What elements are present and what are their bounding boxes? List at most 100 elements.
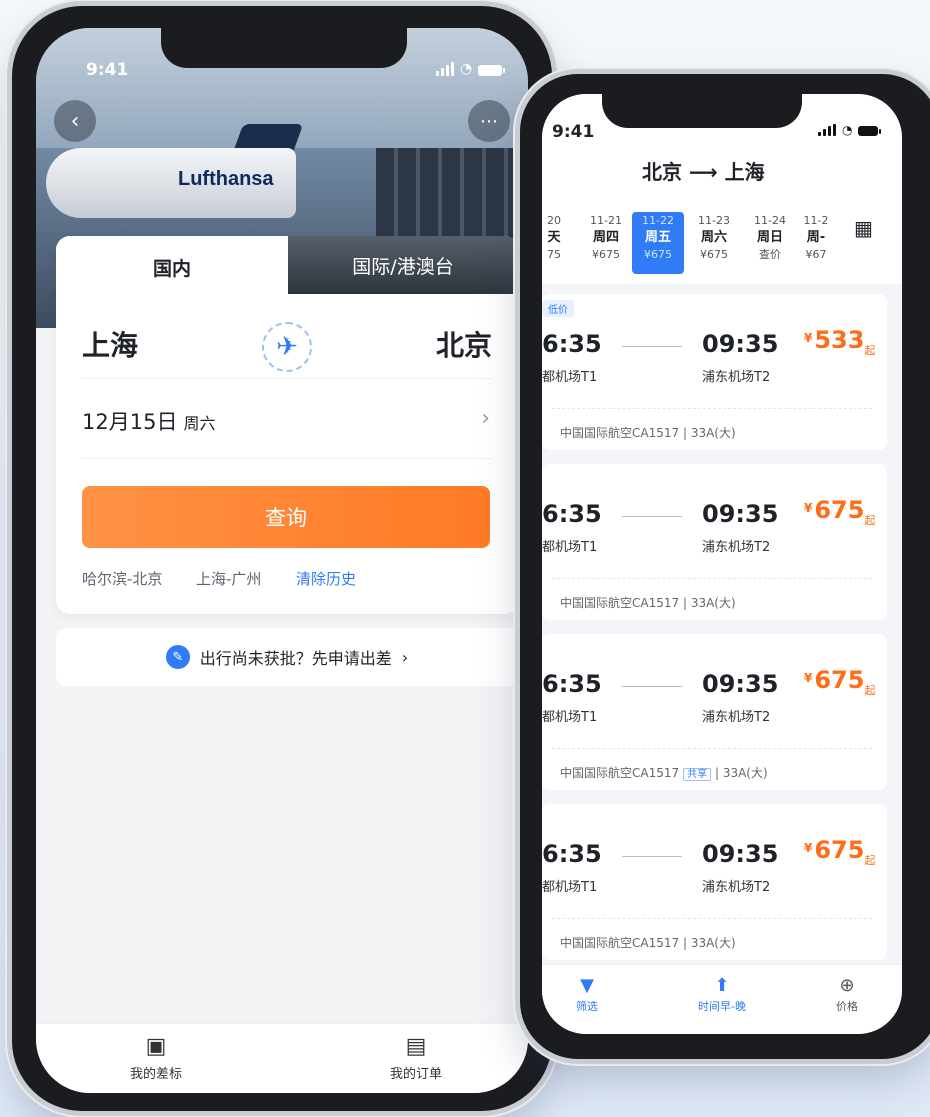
airline-info: 中国国际航空CA1517 | 33A(大) (560, 936, 736, 950)
flight-search-screen: Lufthansa 9:41 ◔ ‹ ⋯ 国际/港澳台 国内 上海 ✈ 北京 1… (36, 28, 528, 1093)
clear-history-link[interactable]: 清除历史 (296, 568, 356, 589)
date-label: 20 (547, 214, 561, 227)
arrival-time: 09:35 (702, 330, 779, 358)
arrival-time: 09:35 (702, 670, 779, 698)
price-suffix: 起 (864, 343, 876, 357)
status-icons: ◔ (436, 61, 506, 77)
battery-icon (478, 65, 506, 76)
price-label: ¥675 (700, 248, 728, 261)
status-time: 9:41 (552, 122, 595, 142)
flight-card[interactable]: 低价 6:35 09:35 都机场T1 浦东机场T2 ¥533起 中国国际航空C… (542, 294, 887, 450)
airline: 中国国际航空CA1517 (560, 426, 680, 440)
to-city[interactable]: 北京 (436, 324, 492, 364)
price-suffix: 起 (864, 513, 876, 527)
signal-icon (436, 62, 454, 76)
history-item[interactable]: 上海-广州 (196, 568, 261, 589)
arrival-airport: 浦东机场T2 (702, 370, 771, 385)
arrival-airport: 浦东机场T2 (702, 880, 771, 895)
currency: ¥ (804, 501, 813, 515)
swap-cities-icon[interactable]: ✈ (262, 322, 312, 372)
currency: ¥ (804, 671, 813, 685)
airline: 中国国际航空CA1517 (560, 596, 680, 610)
flight-card[interactable]: 6:35 09:35 都机场T1 浦东机场T2 ¥675起 中国国际航空CA15… (542, 804, 887, 960)
date-label: 11-2 (803, 214, 829, 227)
briefcase-icon: ▣ (145, 1034, 167, 1059)
seat: 33A(大) (690, 596, 736, 610)
sort-time-label: 时间早-晚 (698, 1000, 746, 1013)
seat: 33A(大) (722, 766, 768, 780)
arrival-airport: 浦东机场T2 (702, 540, 771, 555)
departure-airport: 都机场T1 (542, 880, 598, 895)
search-button[interactable]: 查询 (82, 486, 490, 548)
route-line (622, 516, 682, 517)
date-label: 11-23 (698, 214, 730, 227)
day-label: 周五 (644, 230, 671, 245)
search-card: 国际/港澳台 国内 上海 ✈ 北京 12月15日 周六 › 查询 哈尔滨-北京 上… (56, 236, 518, 614)
calendar-icon[interactable]: ▦ (854, 216, 873, 240)
flight-price: ¥675起 (804, 496, 875, 528)
sort-time-button[interactable]: ⬆ 时间早-晚 (677, 975, 767, 1014)
route-arrow-icon: ⟶ (688, 160, 718, 184)
flight-card[interactable]: 6:35 09:35 都机场T1 浦东机场T2 ¥675起 中国国际航空CA15… (542, 634, 887, 790)
currency: ¥ (804, 331, 813, 345)
date-label: 11-21 (590, 214, 622, 227)
price-label: 75 (547, 248, 561, 261)
departure-date-row[interactable]: 12月15日 周六 (82, 406, 215, 436)
back-icon[interactable]: ‹ (54, 100, 96, 142)
tab-international[interactable]: 国际/港澳台 (288, 236, 518, 294)
departure-time: 6:35 (542, 670, 602, 698)
chevron-right-icon: › (481, 406, 490, 431)
date-cell[interactable]: 11-23 周六 ¥675 (688, 212, 740, 274)
funnel-icon: ▼ (580, 975, 594, 996)
history-item[interactable]: 哈尔滨-北京 (82, 568, 162, 589)
chevron-right-icon: › (401, 647, 409, 667)
date-cell[interactable]: 11-2 周- ¥67 (796, 212, 836, 274)
route-line (622, 856, 682, 857)
nav-orders[interactable]: ▤ 我的订单 (356, 1034, 476, 1082)
flight-price: ¥675起 (804, 836, 875, 868)
apply-trip-text: 出行尚未获批？先申请出差 (199, 649, 392, 668)
flight-card[interactable]: 6:35 09:35 都机场T1 浦东机场T2 ¥675起 中国国际航空CA15… (542, 464, 887, 620)
price-label: ¥675 (644, 248, 672, 261)
airline-info: 中国国际航空CA1517 | 33A(大) (560, 596, 736, 610)
status-icons: ◔ (818, 123, 882, 137)
date-cell[interactable]: 11-24 周日 查价 (744, 212, 796, 274)
battery-icon (858, 126, 882, 136)
nav-trip-standard[interactable]: ▣ 我的差标 (96, 1034, 216, 1082)
filter-label: 筛选 (576, 1000, 598, 1013)
from-city[interactable]: 上海 (82, 324, 138, 364)
status-time: 9:41 (86, 60, 129, 80)
departure-airport: 都机场T1 (542, 370, 598, 385)
currency: ¥ (804, 841, 813, 855)
route-title: 北京 ⟶ 上海 (642, 156, 765, 185)
divider (552, 578, 872, 579)
departure-weekday: 周六 (183, 414, 216, 433)
filter-button[interactable]: ▼ 筛选 (542, 975, 632, 1014)
divider (552, 918, 872, 919)
date-strip: 20 天 75 11-21 周四 ¥675 11-22 周五 ¥675 11-23 周六 ¥67… (542, 212, 902, 282)
date-cell-selected[interactable]: 11-22 周五 ¥675 (632, 212, 684, 274)
apply-trip-banner[interactable]: ✎ 出行尚未获批？先申请出差 › (56, 628, 518, 686)
arrival-time: 09:35 (702, 500, 779, 528)
tab-domestic[interactable]: 国内 (56, 236, 288, 298)
wifi-icon: ◔ (460, 61, 473, 77)
price-value: 533 (814, 326, 865, 354)
airline: 中国国际航空CA1517 (560, 766, 680, 780)
departure-date: 12月15日 (82, 410, 178, 434)
sort-price-button[interactable]: ⊕ 价格 (802, 975, 892, 1014)
airline-info: 中国国际航空CA1517 | 33A(大) (560, 426, 736, 440)
divider (82, 458, 492, 459)
arrival-time: 09:35 (702, 840, 779, 868)
route-line (622, 346, 682, 347)
date-cell[interactable]: 11-21 周四 ¥675 (580, 212, 632, 274)
wifi-icon: ◔ (842, 123, 853, 137)
departure-time: 6:35 (542, 840, 602, 868)
date-cell[interactable]: 20 天 75 (542, 212, 580, 274)
nav-label: 我的订单 (389, 1067, 442, 1082)
notch (161, 28, 407, 68)
departure-airport: 都机场T1 (542, 710, 598, 725)
price-value: 675 (814, 496, 865, 524)
price-value: 675 (814, 666, 865, 694)
price-label: ¥67 (805, 248, 827, 261)
more-icon[interactable]: ⋯ (468, 100, 510, 142)
